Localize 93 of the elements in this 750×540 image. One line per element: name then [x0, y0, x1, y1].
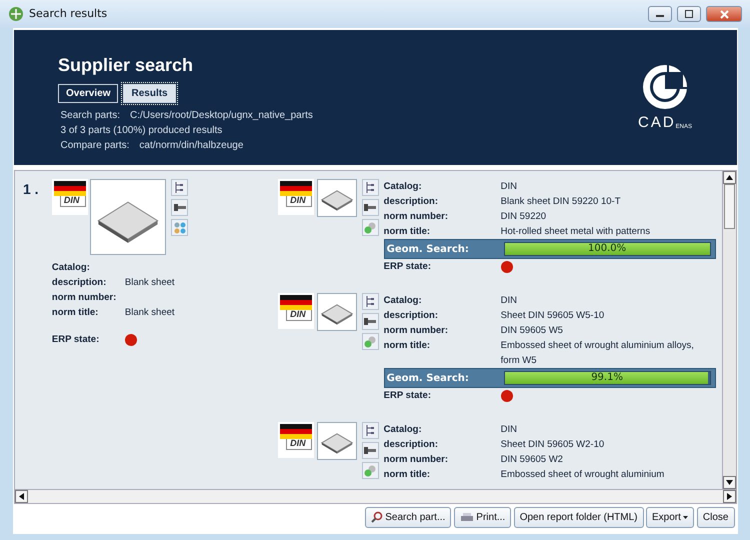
minimize-button[interactable] — [648, 6, 672, 22]
screw-tool-button[interactable] — [362, 313, 379, 330]
scroll-down-button[interactable] — [722, 476, 736, 489]
spheres-icon — [364, 222, 376, 234]
action-button[interactable]: Search part... — [364, 506, 452, 528]
field-value: Blank sheet — [124, 306, 175, 320]
field-label: norm number: — [384, 324, 450, 338]
app-icon — [8, 6, 24, 22]
arrow-icon — [726, 174, 733, 181]
field-label: description: — [384, 309, 440, 323]
close-window-button[interactable] — [706, 6, 742, 22]
field-label: description: — [384, 195, 440, 209]
color-tool-button[interactable] — [171, 219, 188, 236]
tree-icon — [364, 296, 376, 307]
field-value: DIN 59605 W5 — [500, 324, 563, 338]
screw-tool-button[interactable] — [171, 199, 188, 216]
screw-tool-button[interactable] — [362, 199, 379, 216]
field-value: Sheet DIN 59605 W2-10 — [500, 438, 604, 452]
tree-tool-button[interactable] — [362, 422, 379, 439]
field-value: Sheet DIN 59605 W5-10 — [500, 309, 604, 323]
arrow-icon — [18, 493, 25, 500]
scroll-right-button[interactable] — [723, 490, 736, 503]
info-value: C:/Users/root/Desktop/ugnx_native_parts — [130, 109, 313, 123]
tree-tool-button[interactable] — [171, 179, 188, 196]
field-label: ERP state: — [384, 389, 432, 403]
vertical-scrollbar[interactable] — [722, 171, 736, 489]
action-button[interactable]: Print... — [454, 506, 512, 528]
maximize-icon — [685, 10, 693, 18]
search-icon — [370, 511, 383, 523]
screw-icon — [364, 202, 376, 212]
field-value: Blank sheet — [124, 276, 175, 290]
progress-reading: 100.0% — [587, 243, 628, 255]
scroll-thumb[interactable] — [724, 184, 735, 229]
close-icon — [720, 10, 728, 18]
field-label: Catalog: — [384, 294, 423, 308]
screw-icon — [364, 316, 376, 326]
dropdown-button[interactable]: Export — [646, 506, 694, 528]
logo-text: CAD — [638, 114, 676, 130]
info-value: cat/norm/din/halbzeuge — [139, 139, 244, 153]
field-label: ERP state: — [52, 333, 100, 347]
field-label: norm number: — [384, 453, 450, 467]
field-value: Hot-rolled sheet metal with patterns — [500, 225, 650, 239]
field-value: DIN 59220 — [500, 210, 546, 224]
screw-icon — [364, 446, 376, 456]
field-label: norm number: — [384, 210, 450, 224]
horizontal-scrollbar[interactable] — [14, 490, 737, 504]
window-title: Search results — [29, 6, 108, 22]
tree-icon — [174, 182, 186, 193]
info-label: Search parts: — [60, 109, 120, 123]
field-label: Catalog: — [384, 423, 423, 437]
field-label: norm title: — [384, 225, 432, 239]
field-label: norm title: — [52, 306, 100, 320]
dots-icon — [174, 222, 186, 234]
field-label: Catalog: — [384, 180, 423, 194]
similarity-label: Geom. Search: — [386, 242, 470, 256]
field-label: description: — [52, 276, 108, 290]
printer-icon — [460, 512, 474, 522]
field-value: DIN — [500, 180, 518, 194]
caret-icon — [683, 516, 688, 518]
maximize-button[interactable] — [677, 6, 701, 22]
field-label: ERP state: — [384, 260, 432, 274]
info-label: Compare parts: — [60, 139, 130, 153]
field-value: DIN 59605 W2 — [500, 453, 563, 467]
field-value: DIN — [500, 423, 518, 437]
scroll-left-button[interactable] — [15, 490, 28, 503]
field-label: Catalog: — [52, 261, 91, 275]
field-label: norm number: — [52, 291, 118, 305]
field-value: Embossed sheet of wrought aluminium alloys, form W5 — [500, 339, 695, 368]
action-button[interactable]: Open report folder (HTML) — [514, 506, 644, 528]
scroll-up-button[interactable] — [722, 171, 736, 184]
field-value: DIN — [500, 294, 518, 308]
screw-tool-button[interactable] — [362, 442, 379, 459]
field-value: Blank sheet DIN 59220 10-T — [500, 195, 621, 209]
page-title: Supplier search — [58, 54, 194, 77]
field-value: Embossed sheet of wrought aluminium — [500, 468, 664, 482]
progress-reading: 99.1% — [590, 372, 624, 384]
similarity-label: Geom. Search: — [386, 372, 470, 386]
field-label: norm title: — [384, 468, 432, 482]
tree-icon — [364, 182, 376, 193]
screw-icon — [174, 202, 186, 212]
result-number: 1 . — [23, 180, 40, 199]
tree-icon — [364, 425, 376, 436]
action-button[interactable]: Close — [696, 506, 734, 528]
spheres-icon — [364, 464, 376, 476]
tab[interactable]: Results — [123, 84, 176, 103]
info-text: 3 of 3 parts (100%) produced results — [60, 124, 222, 138]
tree-tool-button[interactable] — [362, 293, 379, 310]
logo-ring-icon — [640, 62, 690, 112]
tree-tool-button[interactable] — [362, 179, 379, 196]
tab[interactable]: Overview — [58, 84, 118, 103]
field-label: description: — [384, 438, 440, 452]
field-label: norm title: — [384, 339, 432, 353]
spheres-icon — [364, 336, 376, 348]
